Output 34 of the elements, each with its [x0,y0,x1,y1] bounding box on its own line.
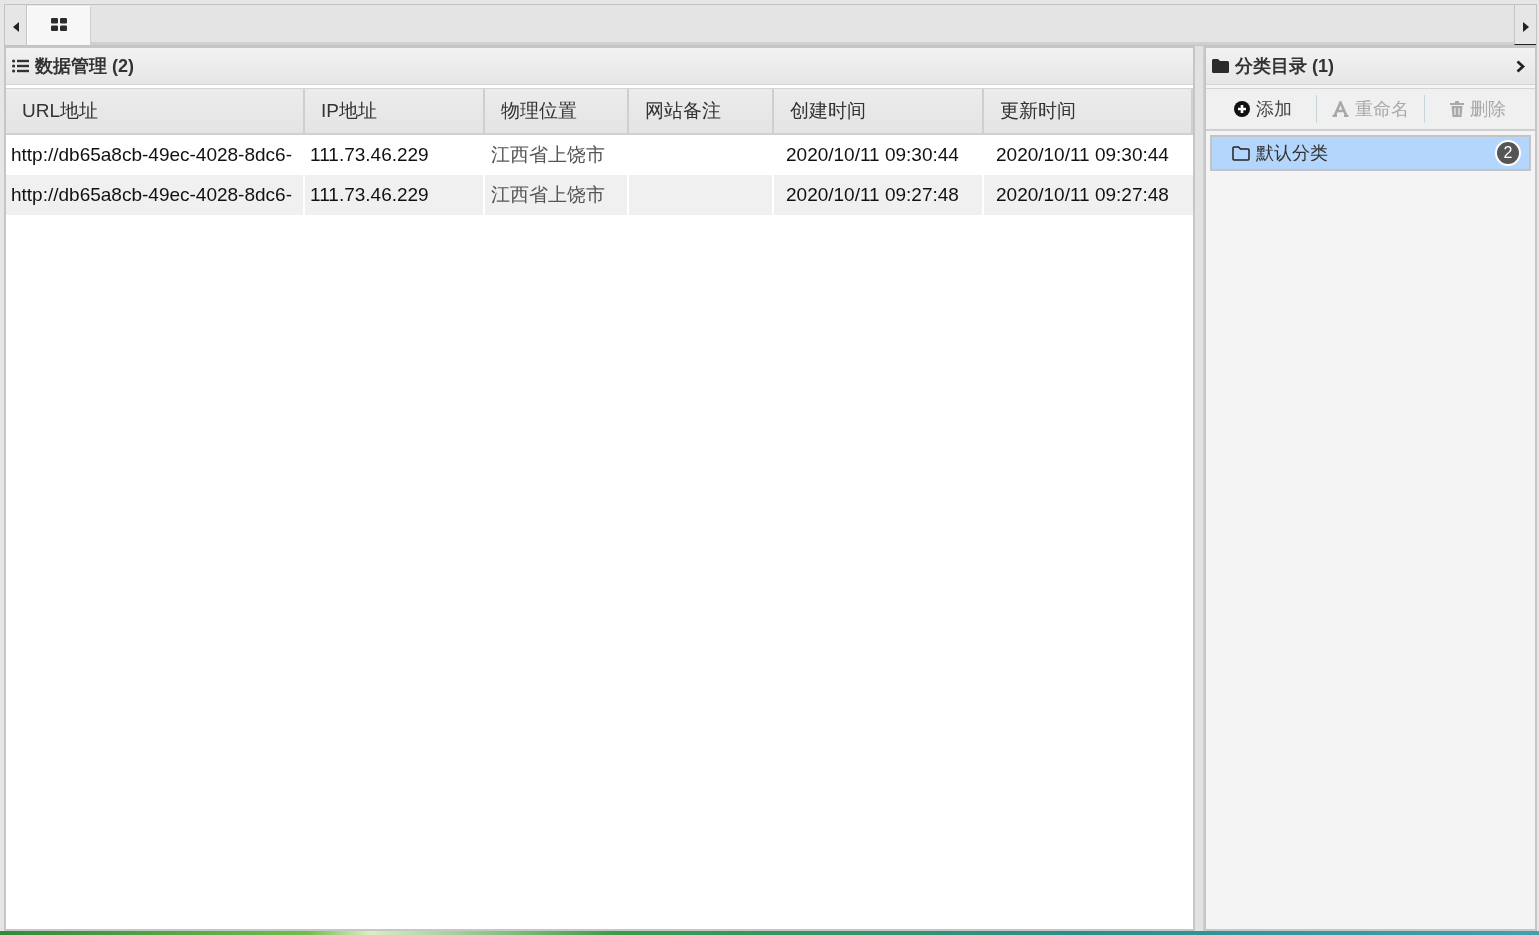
triangle-right-icon [1522,21,1529,32]
table-cell: 2020/10/11 09:30:44 [996,144,1169,166]
table-cell: 2020/10/11 09:30:44 [786,144,959,166]
scroll-right-button[interactable] [1514,5,1536,45]
font-icon [1332,101,1349,117]
table-row[interactable]: http://db65a8cb-49ec-4028-8dc6- 111.73.46.229 江西省上饶市 2020/10/11 09:27:48 2020/10/11 09:27:48 [6,175,1193,215]
folder-icon [1212,59,1229,73]
column-header[interactable]: 物理位置 [485,89,629,133]
column-header[interactable]: IP地址 [305,89,485,133]
category-item[interactable]: 默认分类 2 [1210,135,1531,171]
add-button[interactable]: 添加 [1210,92,1317,126]
triangle-left-icon [12,22,19,32]
column-header[interactable]: URL地址 [6,89,305,133]
table-cell: 2020/10/11 09:27:48 [786,184,959,206]
list-icon [12,59,29,73]
chevron-right-icon [1516,59,1525,73]
table-cell: http://db65a8cb-49ec-4028-8dc6- [11,144,292,166]
column-header[interactable]: 网站备注 [629,89,774,133]
table-cell: http://db65a8cb-49ec-4028-8dc6- [11,184,292,206]
column-header[interactable]: 更新时间 [984,89,1193,133]
column-header[interactable]: 创建时间 [774,89,984,133]
table-cell-text: 江西省上饶市 [491,143,605,167]
folder-icon [1232,145,1250,161]
panel-title: 分类目录 (1) [1235,55,1334,78]
trash-icon [1449,101,1464,117]
table-cell-text: 江西省上饶市 [491,183,605,207]
grid-tab[interactable] [27,6,91,45]
table-cell: 2020/10/11 09:27:48 [996,184,1169,206]
plus-circle-icon [1234,101,1251,117]
table-cell: 111.73.46.229 [310,144,429,166]
grid-icon [51,18,67,31]
panel-title: 数据管理 (2) [35,55,134,78]
table-cell: 111.73.46.229 [310,184,429,206]
count-badge: 2 [1495,140,1521,166]
